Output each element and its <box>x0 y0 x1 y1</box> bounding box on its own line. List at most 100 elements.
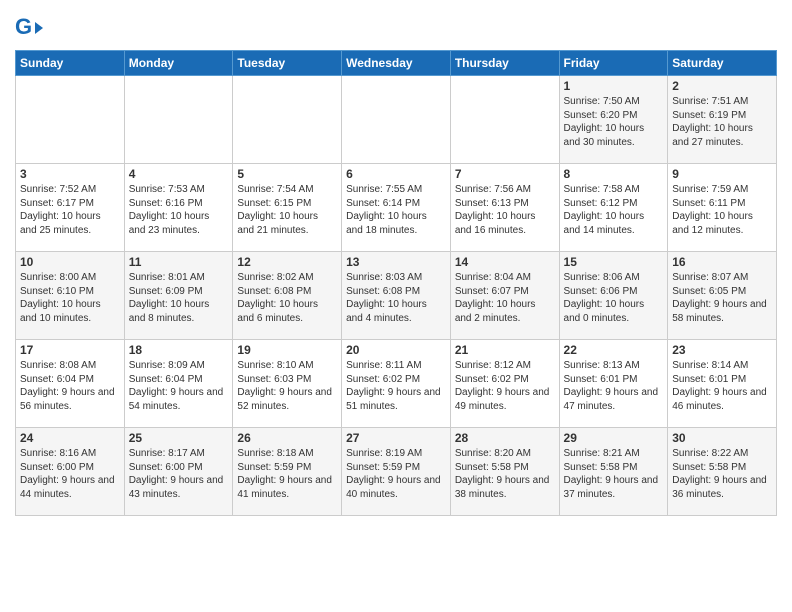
calendar-cell: 16 Sunrise: 8:07 AM Sunset: 6:05 PM Dayli… <box>668 252 777 340</box>
day-info: Sunrise: 8:13 AM Sunset: 6:01 PM Dayligh… <box>564 359 664 413</box>
day-info: Sunrise: 7:59 AM Sunset: 6:11 PM Dayligh… <box>672 183 772 237</box>
day-number: 22 <box>564 343 664 357</box>
day-info: Sunrise: 8:10 AM Sunset: 6:03 PM Dayligh… <box>237 359 337 413</box>
day-number: 10 <box>20 255 120 269</box>
calendar-cell: 24 Sunrise: 8:16 AM Sunset: 6:00 PM Dayli… <box>16 428 125 516</box>
day-info: Sunrise: 8:11 AM Sunset: 6:02 PM Dayligh… <box>346 359 446 413</box>
calendar-cell <box>124 76 233 164</box>
day-number: 28 <box>455 431 555 445</box>
day-info: Sunrise: 8:00 AM Sunset: 6:10 PM Dayligh… <box>20 271 120 325</box>
day-number: 7 <box>455 167 555 181</box>
day-header-sunday: Sunday <box>16 51 125 76</box>
calendar-cell: 21 Sunrise: 8:12 AM Sunset: 6:02 PM Dayli… <box>450 340 559 428</box>
calendar-cell <box>233 76 342 164</box>
day-number: 15 <box>564 255 664 269</box>
day-info: Sunrise: 8:06 AM Sunset: 6:06 PM Dayligh… <box>564 271 664 325</box>
calendar-cell: 1Sunrise: 7:50 AM Sunset: 6:20 PM Daylig… <box>559 76 668 164</box>
day-info: Sunrise: 7:50 AM Sunset: 6:20 PM Dayligh… <box>564 95 664 149</box>
calendar-cell: 7Sunrise: 7:56 AM Sunset: 6:13 PM Daylig… <box>450 164 559 252</box>
calendar-cell: 4 Sunrise: 7:53 AM Sunset: 6:16 PM Daylig… <box>124 164 233 252</box>
calendar-cell: 28 Sunrise: 8:20 AM Sunset: 5:58 PM Dayli… <box>450 428 559 516</box>
calendar-week-5: 24 Sunrise: 8:16 AM Sunset: 6:00 PM Dayli… <box>16 428 777 516</box>
calendar-cell: 23 Sunrise: 8:14 AM Sunset: 6:01 PM Dayli… <box>668 340 777 428</box>
calendar-cell <box>450 76 559 164</box>
day-number: 19 <box>237 343 337 357</box>
page-header: G <box>15 10 777 44</box>
calendar-cell: 3 Sunrise: 7:52 AM Sunset: 6:17 PM Daylig… <box>16 164 125 252</box>
day-info: Sunrise: 8:03 AM Sunset: 6:08 PM Dayligh… <box>346 271 446 325</box>
calendar-week-2: 3 Sunrise: 7:52 AM Sunset: 6:17 PM Daylig… <box>16 164 777 252</box>
day-header-tuesday: Tuesday <box>233 51 342 76</box>
day-number: 20 <box>346 343 446 357</box>
calendar-cell: 30 Sunrise: 8:22 AM Sunset: 5:58 PM Dayli… <box>668 428 777 516</box>
day-header-saturday: Saturday <box>668 51 777 76</box>
day-info: Sunrise: 7:58 AM Sunset: 6:12 PM Dayligh… <box>564 183 664 237</box>
calendar-cell: 19 Sunrise: 8:10 AM Sunset: 6:03 PM Dayli… <box>233 340 342 428</box>
calendar-table: SundayMondayTuesdayWednesdayThursdayFrid… <box>15 50 777 516</box>
day-number: 11 <box>129 255 229 269</box>
day-number: 25 <box>129 431 229 445</box>
calendar-cell: 22 Sunrise: 8:13 AM Sunset: 6:01 PM Dayli… <box>559 340 668 428</box>
day-number: 9 <box>672 167 772 181</box>
calendar-cell: 29 Sunrise: 8:21 AM Sunset: 5:58 PM Dayli… <box>559 428 668 516</box>
day-info: Sunrise: 8:21 AM Sunset: 5:58 PM Dayligh… <box>564 447 664 501</box>
day-header-monday: Monday <box>124 51 233 76</box>
day-info: Sunrise: 8:22 AM Sunset: 5:58 PM Dayligh… <box>672 447 772 501</box>
calendar-cell: 20 Sunrise: 8:11 AM Sunset: 6:02 PM Dayli… <box>342 340 451 428</box>
calendar-cell: 11 Sunrise: 8:01 AM Sunset: 6:09 PM Dayli… <box>124 252 233 340</box>
day-info: Sunrise: 7:53 AM Sunset: 6:16 PM Dayligh… <box>129 183 229 237</box>
day-info: Sunrise: 8:09 AM Sunset: 6:04 PM Dayligh… <box>129 359 229 413</box>
day-number: 21 <box>455 343 555 357</box>
day-info: Sunrise: 8:04 AM Sunset: 6:07 PM Dayligh… <box>455 271 555 325</box>
svg-text:G: G <box>15 14 32 39</box>
day-info: Sunrise: 7:54 AM Sunset: 6:15 PM Dayligh… <box>237 183 337 237</box>
calendar-cell: 13 Sunrise: 8:03 AM Sunset: 6:08 PM Dayli… <box>342 252 451 340</box>
day-number: 29 <box>564 431 664 445</box>
day-info: Sunrise: 8:07 AM Sunset: 6:05 PM Dayligh… <box>672 271 772 325</box>
day-info: Sunrise: 8:08 AM Sunset: 6:04 PM Dayligh… <box>20 359 120 413</box>
calendar-cell <box>342 76 451 164</box>
calendar-header-row: SundayMondayTuesdayWednesdayThursdayFrid… <box>16 51 777 76</box>
calendar-cell: 18 Sunrise: 8:09 AM Sunset: 6:04 PM Dayli… <box>124 340 233 428</box>
day-info: Sunrise: 7:51 AM Sunset: 6:19 PM Dayligh… <box>672 95 772 149</box>
day-number: 30 <box>672 431 772 445</box>
calendar-cell: 25 Sunrise: 8:17 AM Sunset: 6:00 PM Dayli… <box>124 428 233 516</box>
day-number: 17 <box>20 343 120 357</box>
calendar-cell: 10 Sunrise: 8:00 AM Sunset: 6:10 PM Dayli… <box>16 252 125 340</box>
day-info: Sunrise: 7:55 AM Sunset: 6:14 PM Dayligh… <box>346 183 446 237</box>
day-number: 23 <box>672 343 772 357</box>
day-info: Sunrise: 8:02 AM Sunset: 6:08 PM Dayligh… <box>237 271 337 325</box>
calendar-week-4: 17 Sunrise: 8:08 AM Sunset: 6:04 PM Dayli… <box>16 340 777 428</box>
day-info: Sunrise: 7:52 AM Sunset: 6:17 PM Dayligh… <box>20 183 120 237</box>
calendar-cell: 26 Sunrise: 8:18 AM Sunset: 5:59 PM Dayli… <box>233 428 342 516</box>
day-info: Sunrise: 8:14 AM Sunset: 6:01 PM Dayligh… <box>672 359 772 413</box>
day-info: Sunrise: 8:18 AM Sunset: 5:59 PM Dayligh… <box>237 447 337 501</box>
day-number: 3 <box>20 167 120 181</box>
day-info: Sunrise: 8:20 AM Sunset: 5:58 PM Dayligh… <box>455 447 555 501</box>
day-number: 12 <box>237 255 337 269</box>
calendar-cell: 2Sunrise: 7:51 AM Sunset: 6:19 PM Daylig… <box>668 76 777 164</box>
day-info: Sunrise: 8:17 AM Sunset: 6:00 PM Dayligh… <box>129 447 229 501</box>
day-number: 16 <box>672 255 772 269</box>
day-header-friday: Friday <box>559 51 668 76</box>
logo-icon: G <box>15 14 45 44</box>
day-info: Sunrise: 8:16 AM Sunset: 6:00 PM Dayligh… <box>20 447 120 501</box>
day-number: 24 <box>20 431 120 445</box>
calendar-week-3: 10 Sunrise: 8:00 AM Sunset: 6:10 PM Dayli… <box>16 252 777 340</box>
day-number: 6 <box>346 167 446 181</box>
calendar-cell: 8 Sunrise: 7:58 AM Sunset: 6:12 PM Daylig… <box>559 164 668 252</box>
day-info: Sunrise: 8:01 AM Sunset: 6:09 PM Dayligh… <box>129 271 229 325</box>
day-number: 4 <box>129 167 229 181</box>
day-info: Sunrise: 8:12 AM Sunset: 6:02 PM Dayligh… <box>455 359 555 413</box>
day-number: 26 <box>237 431 337 445</box>
day-number: 8 <box>564 167 664 181</box>
day-number: 13 <box>346 255 446 269</box>
day-number: 14 <box>455 255 555 269</box>
day-info: Sunrise: 8:19 AM Sunset: 5:59 PM Dayligh… <box>346 447 446 501</box>
calendar-cell: 12 Sunrise: 8:02 AM Sunset: 6:08 PM Dayli… <box>233 252 342 340</box>
calendar-cell: 5 Sunrise: 7:54 AM Sunset: 6:15 PM Daylig… <box>233 164 342 252</box>
calendar-cell: 15 Sunrise: 8:06 AM Sunset: 6:06 PM Dayli… <box>559 252 668 340</box>
day-number: 5 <box>237 167 337 181</box>
day-number: 18 <box>129 343 229 357</box>
calendar-cell: 17 Sunrise: 8:08 AM Sunset: 6:04 PM Dayli… <box>16 340 125 428</box>
